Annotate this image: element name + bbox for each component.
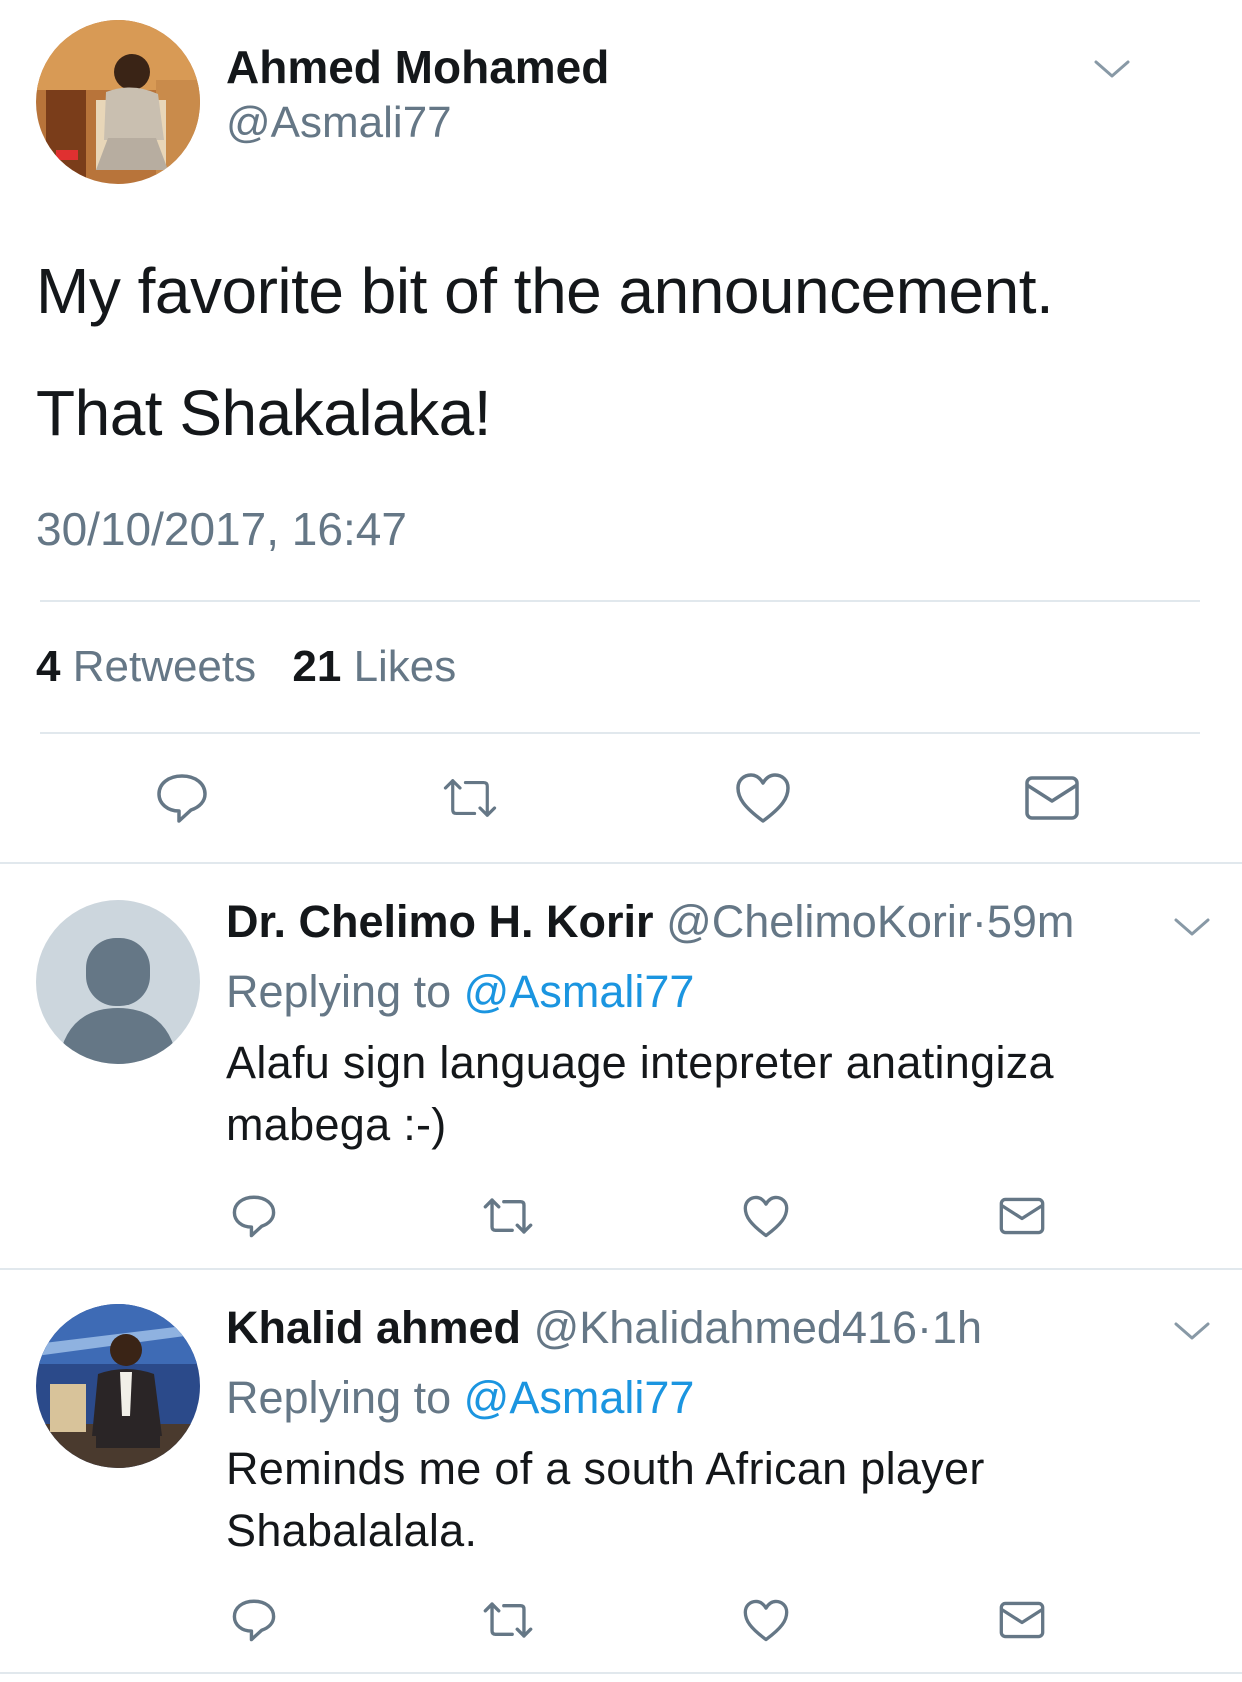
replying-label: Replying to [226,966,452,1017]
reply-time: 59m [986,896,1075,947]
replying-label: Replying to [226,1372,452,1423]
divider [0,1672,1242,1674]
author-avatar[interactable] [36,20,200,184]
reply-text: Alafu sign language intepreter anatingiz… [226,1037,1054,1150]
tweet-text-line-2: That Shakalaka! [36,377,492,449]
reply-author-handle[interactable]: @Khalidahmed416 [534,1302,917,1353]
envelope-icon[interactable] [992,1590,1052,1650]
chevron-down-icon[interactable] [1092,56,1132,82]
divider [40,600,1200,602]
separator: · [971,896,987,947]
tweet-text-line-1: My favorite bit of the announcement. [36,255,1054,327]
default-avatar[interactable] [36,900,200,1064]
reply-author-handle[interactable]: @ChelimoKorir [666,896,972,947]
likes-label[interactable]: Likes [354,642,457,691]
divider [40,732,1200,734]
envelope-icon[interactable] [1022,768,1082,828]
author-name[interactable]: Ahmed Mohamed [226,40,609,94]
reply-icon[interactable] [224,1590,284,1650]
author-handle[interactable]: @Asmali77 [226,98,452,148]
mention-link[interactable]: @Asmali77 [464,966,695,1017]
chevron-down-icon[interactable] [1172,914,1212,940]
reply-author-name[interactable]: Khalid ahmed [226,1302,521,1353]
reply-text: Reminds me of a south African player Sha… [226,1443,985,1556]
reply-author-avatar[interactable] [36,1304,200,1468]
reply-author-name[interactable]: Dr. Chelimo H. Korir [226,896,654,947]
separator: · [917,1302,933,1353]
likes-count[interactable]: 21 [292,642,341,691]
reply-icon[interactable] [152,768,212,828]
divider [0,862,1242,864]
tweet-stats: 4 Retweets 21 Likes [36,642,456,692]
tweet-timestamp: 30/10/2017, 16:47 [36,503,407,555]
heart-icon[interactable] [736,1186,796,1246]
reply-header: Dr. Chelimo H. Korir @ChelimoKorir·59m [226,896,1074,948]
divider [0,1268,1242,1270]
mention-link[interactable]: @Asmali77 [464,1372,695,1423]
replying-to: Replying to @Asmali77 [226,966,694,1018]
replying-to: Replying to @Asmali77 [226,1372,694,1424]
heart-icon[interactable] [736,1590,796,1650]
envelope-icon[interactable] [992,1186,1052,1246]
reply-time: 1h [932,1302,983,1353]
chevron-down-icon[interactable] [1172,1318,1212,1344]
reply-icon[interactable] [224,1186,284,1246]
retweet-icon[interactable] [478,1186,538,1246]
retweets-label[interactable]: Retweets [73,642,256,691]
retweet-icon[interactable] [440,768,500,828]
reply-header: Khalid ahmed @Khalidahmed416·1h [226,1302,982,1354]
heart-icon[interactable] [733,768,793,828]
retweets-count[interactable]: 4 [36,642,60,691]
retweet-icon[interactable] [478,1590,538,1650]
